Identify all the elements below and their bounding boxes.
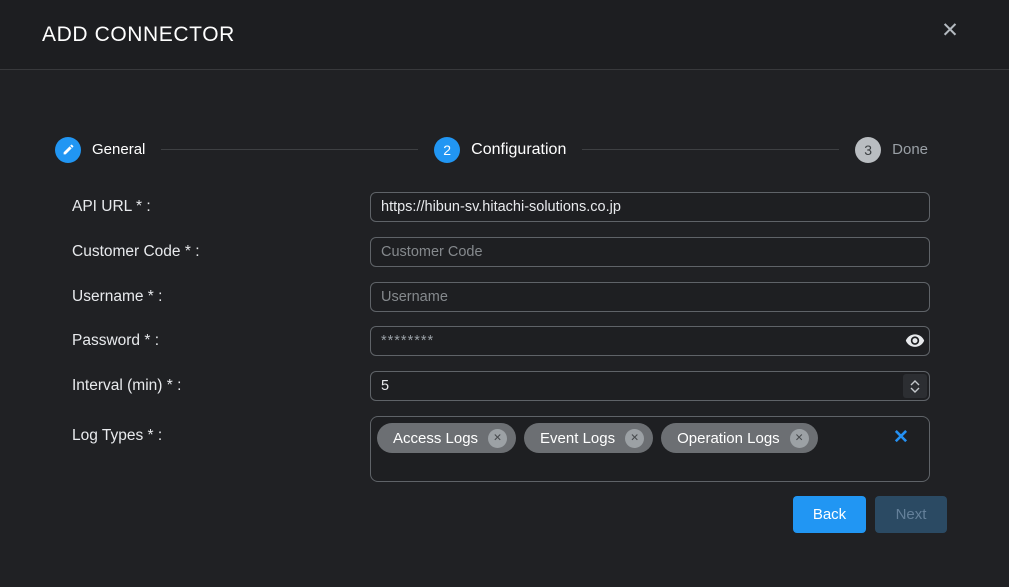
step-general-circle: [55, 136, 81, 163]
stepper-divider: [161, 149, 419, 150]
chip-label: Operation Logs: [677, 429, 780, 447]
stepper-divider: [582, 149, 840, 150]
step-general: General: [55, 136, 146, 163]
api-url-label: API URL * :: [72, 198, 151, 215]
chip-remove-icon[interactable]: ✕: [488, 428, 508, 448]
spinner-up-icon[interactable]: [910, 379, 920, 386]
chip-operation-logs[interactable]: Operation Logs ✕: [661, 423, 818, 453]
close-icon[interactable]: ✕: [936, 16, 964, 44]
step-general-label: General: [92, 141, 146, 158]
username-label: Username * :: [72, 288, 163, 305]
username-input[interactable]: [370, 282, 930, 312]
step-configuration: 2 Configuration: [434, 136, 567, 163]
chip-label: Access Logs: [393, 429, 479, 447]
eye-icon: [905, 333, 925, 349]
spinner-down-icon[interactable]: [910, 387, 920, 393]
log-type-chips: Access Logs ✕ Event Logs ✕ Operation Log…: [377, 423, 889, 453]
step-configuration-circle: 2: [434, 136, 461, 163]
chip-event-logs[interactable]: Event Logs ✕: [524, 423, 654, 453]
log-types-multiselect[interactable]: Access Logs ✕ Event Logs ✕ Operation Log…: [370, 416, 930, 482]
clear-all-icon[interactable]: ✕: [889, 425, 913, 449]
back-button[interactable]: Back: [793, 496, 866, 533]
edit-pencil-icon: [62, 143, 75, 156]
dialog-header: ADD CONNECTOR ✕: [0, 0, 1009, 70]
chip-remove-icon[interactable]: ✕: [789, 428, 809, 448]
chip-remove-icon[interactable]: ✕: [625, 428, 645, 448]
api-url-input[interactable]: [370, 192, 930, 222]
password-input[interactable]: [370, 326, 930, 356]
interval-stepper[interactable]: [903, 374, 927, 398]
wizard-stepper: General 2 Configuration 3 Done: [55, 136, 928, 163]
interval-label: Interval (min) * :: [72, 377, 182, 394]
password-visibility-toggle[interactable]: [902, 330, 928, 352]
password-label: Password * :: [72, 332, 160, 349]
step-done: 3 Done: [855, 136, 928, 163]
customer-code-input[interactable]: [370, 237, 930, 267]
next-button[interactable]: Next: [875, 496, 947, 533]
step-configuration-label: Configuration: [471, 140, 567, 158]
chip-access-logs[interactable]: Access Logs ✕: [377, 423, 517, 453]
dialog-title: ADD CONNECTOR: [42, 23, 235, 46]
customer-code-label: Customer Code * :: [72, 243, 200, 260]
chip-label: Event Logs: [540, 429, 616, 447]
interval-input[interactable]: [370, 371, 930, 401]
step-done-label: Done: [892, 141, 928, 158]
step-done-circle: 3: [855, 136, 882, 163]
log-types-label: Log Types * :: [72, 427, 163, 444]
